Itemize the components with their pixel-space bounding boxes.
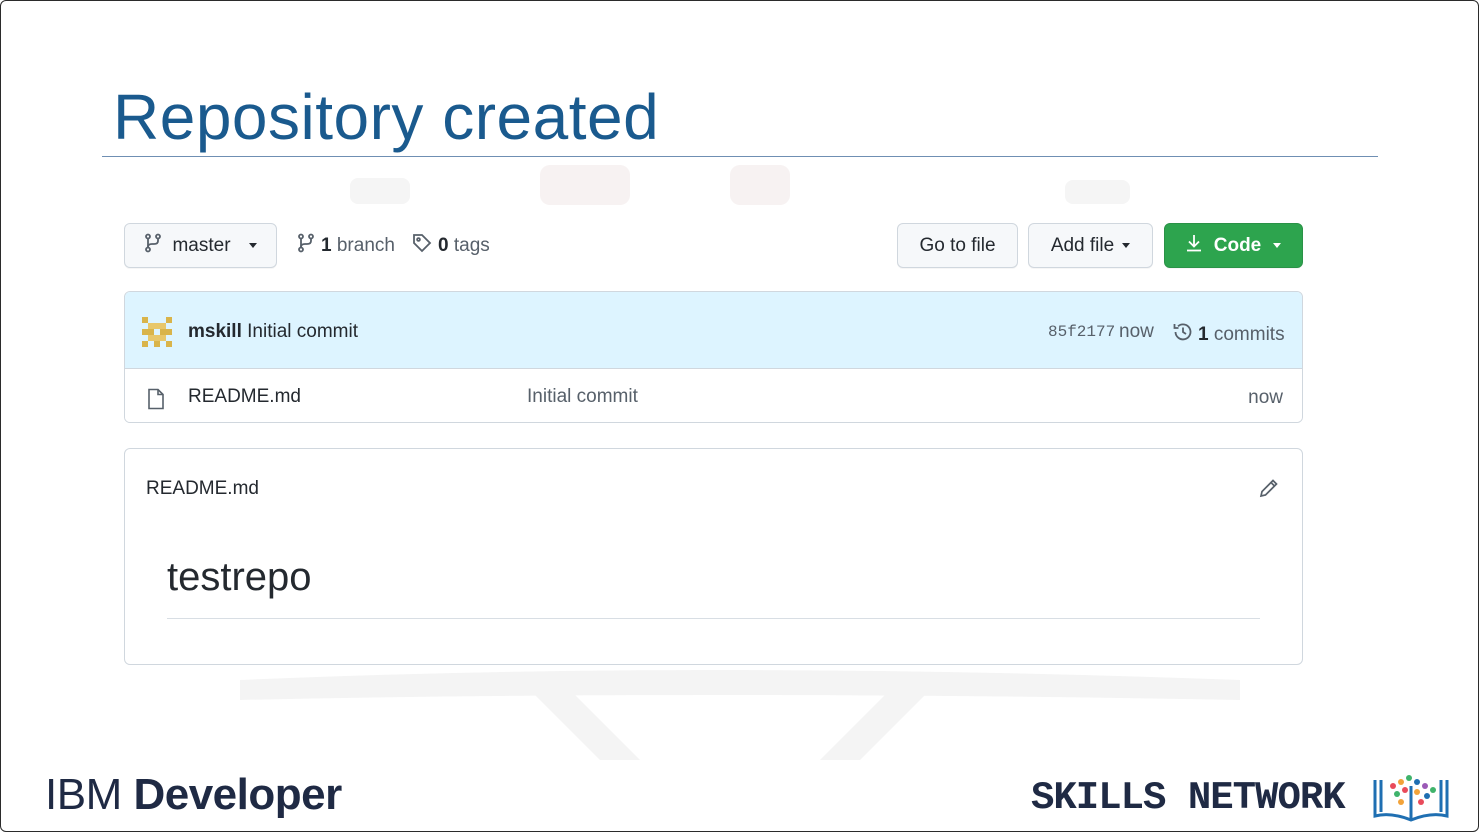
commit-time: now bbox=[1119, 321, 1154, 342]
title-divider bbox=[102, 156, 1378, 157]
file-commit-message[interactable]: Initial commit bbox=[527, 386, 638, 408]
chevron-down-icon bbox=[248, 243, 257, 248]
download-icon bbox=[1186, 234, 1202, 258]
readme-panel: README.md testrepo bbox=[124, 448, 1303, 665]
branch-selector-button[interactable]: master bbox=[124, 223, 277, 268]
avatar[interactable] bbox=[142, 317, 172, 347]
readme-filename: README.md bbox=[146, 478, 259, 499]
skills-network-book-icon bbox=[1371, 772, 1451, 829]
readme-heading-divider bbox=[167, 618, 1260, 619]
commit-sha[interactable]: 85f2177 bbox=[1048, 323, 1115, 341]
branch-count: 1 bbox=[321, 235, 332, 256]
commit-message[interactable]: Initial commit bbox=[247, 321, 358, 342]
file-icon bbox=[147, 388, 165, 415]
commit-author[interactable]: mskill bbox=[188, 321, 242, 342]
commit-summary: mskill Initial commit bbox=[188, 321, 358, 343]
slide-title: Repository created bbox=[113, 81, 660, 153]
go-to-file-button[interactable]: Go to file bbox=[897, 223, 1018, 268]
file-row[interactable]: README.md Initial commit now bbox=[125, 369, 1302, 422]
branch-name: master bbox=[172, 234, 231, 256]
commits-history-link[interactable]: 1 commits bbox=[1172, 321, 1285, 349]
branches-link[interactable]: 1 branch bbox=[297, 233, 395, 259]
commits-label: commits bbox=[1213, 324, 1285, 345]
file-list: mskill Initial commit 85f2177 now 1 comm… bbox=[124, 291, 1303, 423]
history-icon bbox=[1172, 321, 1194, 349]
tag-label: tags bbox=[453, 235, 490, 256]
readme-heading: testrepo bbox=[167, 555, 312, 599]
pencil-icon[interactable] bbox=[1258, 477, 1280, 504]
chevron-down-icon bbox=[1122, 243, 1131, 248]
chevron-down-icon bbox=[1273, 243, 1282, 248]
latest-commit-row: mskill Initial commit 85f2177 now 1 comm… bbox=[125, 292, 1302, 369]
add-file-button[interactable]: Add file bbox=[1028, 223, 1153, 268]
ibm-developer-logo: IBM Developer bbox=[45, 770, 342, 820]
tag-icon bbox=[412, 233, 432, 259]
code-label: Code bbox=[1213, 234, 1262, 256]
skills-network-logo-text: SKILLS NETWORK bbox=[1031, 776, 1346, 820]
code-button[interactable]: Code bbox=[1164, 223, 1303, 268]
file-name-link[interactable]: README.md bbox=[188, 386, 301, 408]
tag-count: 0 bbox=[438, 235, 449, 256]
git-branch-icon bbox=[297, 233, 315, 259]
branch-label: branch bbox=[336, 235, 395, 256]
tags-link[interactable]: 0 tags bbox=[412, 233, 490, 259]
commit-count: 1 bbox=[1198, 324, 1209, 345]
ibm-logo-text: IBM bbox=[45, 770, 122, 819]
file-commit-time: now bbox=[1248, 387, 1283, 408]
git-branch-icon bbox=[144, 233, 162, 259]
add-file-label: Add file bbox=[1050, 234, 1115, 256]
developer-logo-text: Developer bbox=[133, 770, 342, 819]
